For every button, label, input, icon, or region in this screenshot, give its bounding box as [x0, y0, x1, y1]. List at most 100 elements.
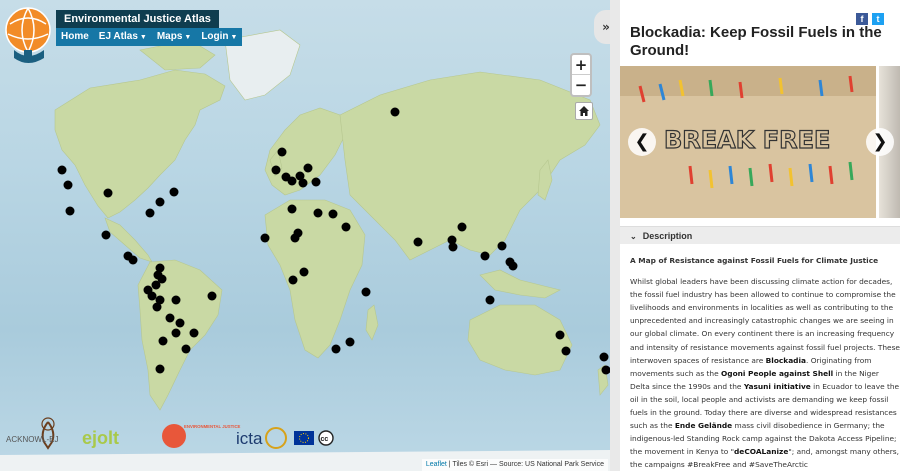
map-marker[interactable] [181, 344, 191, 354]
chevron-down-icon: ⌄ [630, 232, 637, 241]
map-marker[interactable] [145, 208, 155, 218]
map-marker[interactable] [271, 165, 281, 175]
description-heading: A Map of Resistance against Fossil Fuels… [630, 256, 879, 265]
map-marker[interactable] [555, 330, 565, 340]
desc-link-ogoni[interactable]: Ogoni People against Shell [721, 369, 833, 378]
zoom-in-button[interactable]: + [572, 55, 590, 75]
environmental-justice-logo[interactable]: ENVIRONMENTAL JUSTICE [162, 424, 241, 448]
map-marker[interactable] [155, 197, 165, 207]
map-marker[interactable] [413, 237, 423, 247]
gallery-next-button[interactable]: ❯ [866, 128, 894, 156]
map-marker[interactable] [457, 222, 467, 232]
map-marker[interactable] [158, 336, 168, 346]
map-marker[interactable] [497, 241, 507, 251]
icta-logo[interactable]: icta [236, 427, 287, 449]
map-marker[interactable] [63, 180, 73, 190]
world-map[interactable]: Environmental Justice Atlas Home EJ Atla… [0, 0, 610, 471]
map-marker[interactable] [155, 364, 165, 374]
desc-link-decoalanize[interactable]: deCOALanize [734, 447, 788, 456]
map-marker[interactable] [361, 287, 371, 297]
map-marker[interactable] [390, 107, 400, 117]
site-title[interactable]: Environmental Justice Atlas [56, 10, 219, 28]
nav-ej-atlas-label: EJ Atlas [98, 31, 138, 42]
main-nav: Home EJ Atlas ▼ Maps ▼ Login ▼ [56, 28, 243, 46]
map-marker[interactable] [288, 275, 298, 285]
map-marker[interactable] [287, 176, 297, 186]
caret-down-icon: ▼ [230, 34, 238, 41]
image-gallery[interactable]: BREAK FREE ❮ ❯ [620, 66, 900, 218]
map-marker[interactable] [480, 251, 490, 261]
desc-link-ende-gelande[interactable]: Ende Gelände [675, 421, 732, 430]
map-marker[interactable] [207, 291, 217, 301]
map-marker[interactable] [277, 147, 287, 157]
map-marker[interactable] [151, 280, 161, 290]
map-marker[interactable] [65, 206, 75, 216]
nav-login[interactable]: Login ▼ [196, 28, 242, 46]
map-marker[interactable] [303, 163, 313, 173]
map-marker[interactable] [103, 188, 113, 198]
nav-home[interactable]: Home [56, 28, 94, 46]
acknowl-ej-logo[interactable]: ACKNOWL-EJ [6, 417, 58, 450]
map-marker[interactable] [311, 177, 321, 187]
map-marker[interactable] [485, 295, 495, 305]
map-marker[interactable] [298, 178, 308, 188]
acknowl-ej-label: ACKNOWL-EJ [6, 435, 58, 444]
description-paragraph: Whilst global leaders have been discussi… [630, 275, 900, 471]
map-marker[interactable] [601, 365, 611, 375]
map-marker[interactable] [448, 242, 458, 252]
map-marker[interactable] [599, 352, 609, 362]
map-marker[interactable] [561, 346, 571, 356]
nav-maps[interactable]: Maps ▼ [152, 28, 197, 46]
map-marker[interactable] [260, 233, 270, 243]
info-sidebar: f t Blockadia: Keep Fossil Fuels in the … [610, 0, 900, 471]
icta-label: icta [236, 429, 263, 448]
globe-logo[interactable] [4, 4, 54, 70]
chevron-left-icon: ❮ [634, 131, 650, 152]
desc-link-yasuni[interactable]: Yasuni initiative [744, 382, 811, 391]
map-marker[interactable] [287, 204, 297, 214]
ejolt-logo[interactable]: ejolt [82, 428, 119, 448]
description-header-label: Description [642, 231, 693, 241]
nav-maps-label: Maps [156, 31, 183, 42]
gallery-prev-button[interactable]: ❮ [628, 128, 656, 156]
map-marker[interactable] [171, 328, 181, 338]
tiles-credit: | Tiles © Esri — Source: US National Par… [446, 461, 604, 468]
map-marker[interactable] [345, 337, 355, 347]
partner-logos: ACKNOWL-EJ ejolt ENVIRONMENTAL JUSTICE i… [6, 417, 334, 450]
map-marker[interactable] [57, 165, 67, 175]
map-marker[interactable] [331, 344, 341, 354]
nav-ej-atlas[interactable]: EJ Atlas ▼ [94, 28, 152, 46]
map-marker[interactable] [152, 302, 162, 312]
desc-emphasis: Blockadia [765, 355, 806, 365]
map-marker[interactable] [169, 187, 179, 197]
map-marker[interactable] [128, 255, 138, 265]
map-marker[interactable] [508, 261, 518, 271]
caret-down-icon: ▼ [139, 34, 147, 41]
map-marker[interactable] [165, 313, 175, 323]
map-marker[interactable] [299, 267, 309, 277]
map-marker[interactable] [101, 230, 111, 240]
home-view-button[interactable] [575, 102, 593, 120]
environmental-justice-label: ENVIRONMENTAL JUSTICE [184, 424, 241, 429]
description-body: A Map of Resistance against Fossil Fuels… [630, 254, 900, 471]
map-marker[interactable] [341, 222, 351, 232]
map-marker[interactable] [290, 233, 300, 243]
eu-flag-icon [294, 431, 314, 445]
zoom-out-button[interactable]: − [572, 75, 590, 95]
leaflet-link[interactable]: Leaflet [426, 461, 447, 468]
map-marker[interactable] [328, 209, 338, 219]
gallery-image-break-free: BREAK FREE [620, 66, 876, 218]
ejolt-label: ejolt [82, 428, 119, 448]
map-marker[interactable] [189, 328, 199, 338]
creative-commons-icon: cc [318, 430, 334, 446]
map-marker[interactable] [175, 318, 185, 328]
caret-down-icon: ▼ [184, 34, 192, 41]
map-marker[interactable] [313, 208, 323, 218]
map-marker[interactable] [171, 295, 181, 305]
map-title: Blockadia: Keep Fossil Fuels in the Grou… [630, 24, 882, 59]
description-header[interactable]: ⌄ Description [620, 226, 900, 244]
zoom-control: + − [570, 53, 592, 97]
app-window: Environmental Justice Atlas Home EJ Atla… [0, 0, 900, 471]
map-attribution: Leaflet | Tiles © Esri — Source: US Nati… [421, 459, 608, 471]
map-marker[interactable] [147, 291, 157, 301]
